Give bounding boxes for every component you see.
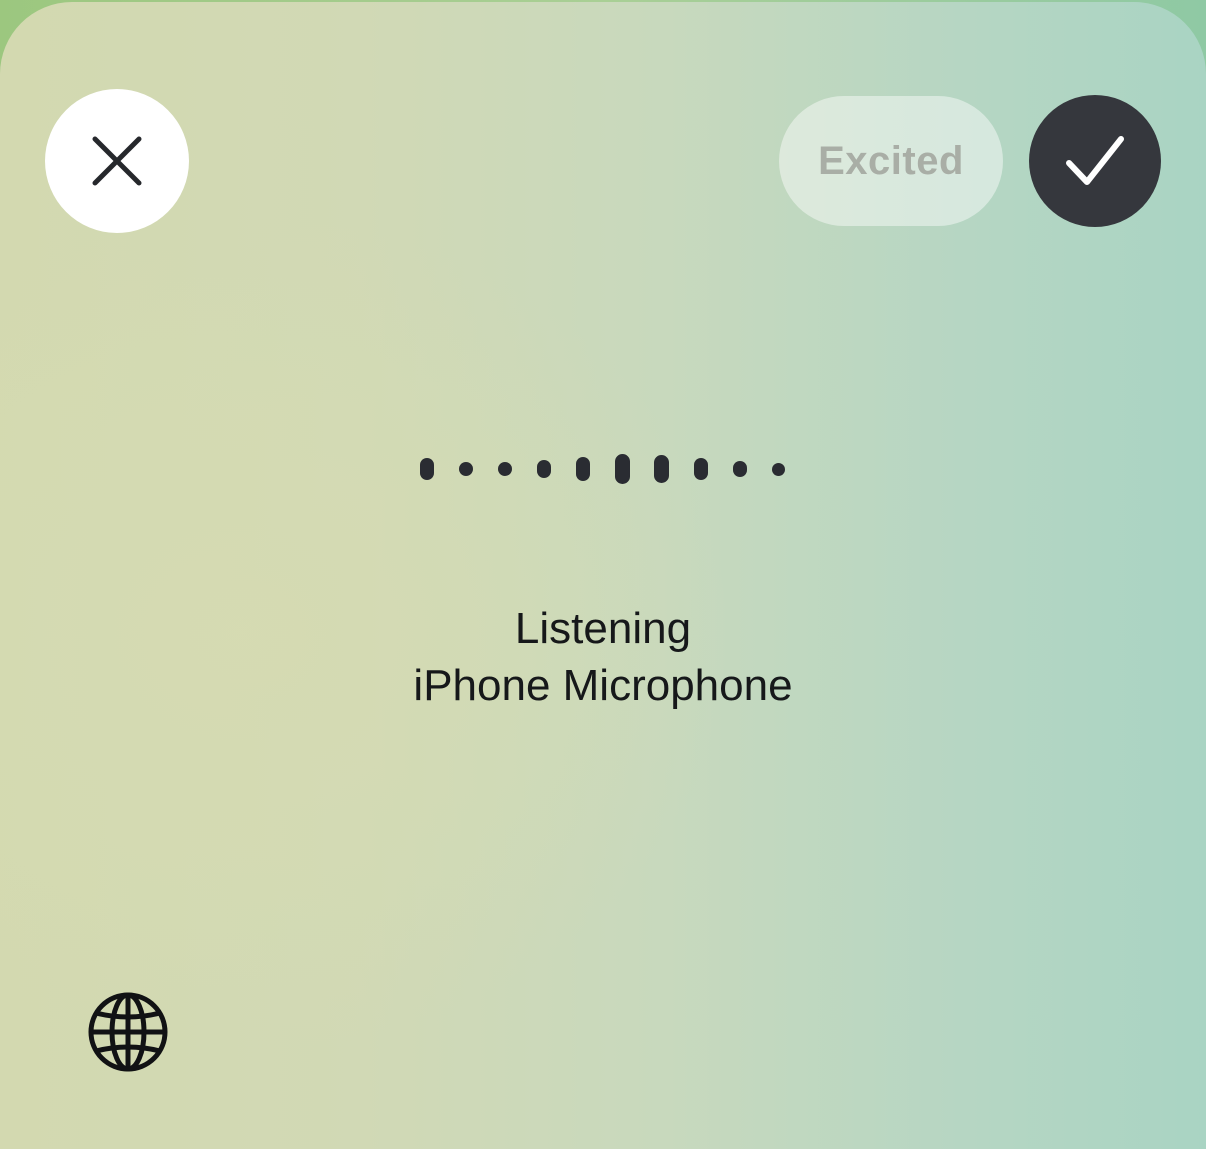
checkmark-icon <box>1066 136 1124 185</box>
waveform-icon <box>420 454 785 484</box>
mood-label: Excited <box>818 138 964 183</box>
waveform-bar <box>537 460 551 478</box>
listening-status: Listening iPhone Microphone <box>0 600 1206 714</box>
status-title: Listening <box>514 604 692 653</box>
voice-input-sheet: Excited Listening iPhone Microphone <box>0 2 1206 1149</box>
language-button[interactable] <box>84 988 172 1076</box>
waveform-bar <box>654 455 669 483</box>
waveform-bar <box>459 462 473 476</box>
waveform-bar <box>694 458 708 480</box>
close-button[interactable] <box>45 89 189 233</box>
mood-pill-button[interactable]: Excited <box>779 96 1003 226</box>
waveform-bar <box>615 454 630 484</box>
globe-icon <box>88 992 168 1072</box>
waveform-bar <box>498 462 512 476</box>
confirm-button[interactable] <box>1029 95 1161 227</box>
waveform-bar <box>772 463 785 476</box>
waveform-bar <box>420 458 434 480</box>
waveform-bar <box>576 457 590 481</box>
waveform-bar <box>733 461 747 477</box>
close-icon <box>92 136 142 186</box>
status-source: iPhone Microphone <box>413 661 793 710</box>
